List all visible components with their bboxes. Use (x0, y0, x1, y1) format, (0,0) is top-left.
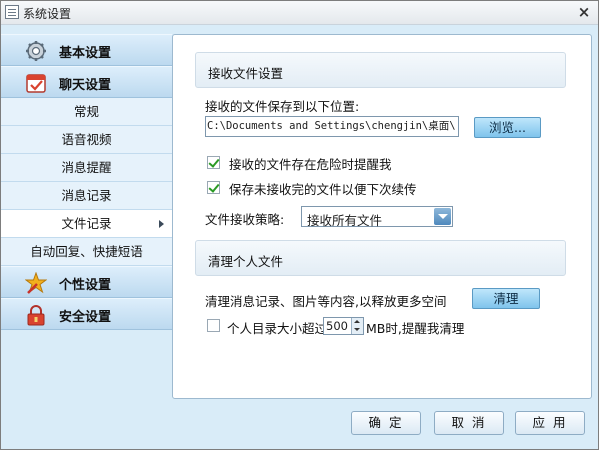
danger-alert-checkbox[interactable] (207, 156, 220, 169)
sidebar-subitem-message-alerts[interactable]: 消息提醒 (1, 154, 172, 182)
close-icon[interactable]: × (576, 3, 592, 21)
cleanup-description: 清理消息记录、图片等内容,以释放更多空间 (205, 294, 447, 309)
resume-transfer-checkbox[interactable] (207, 181, 220, 194)
size-limit-suffix: MB时,提醒我清理 (366, 321, 465, 336)
size-limit-stepper[interactable]: 500 (323, 317, 364, 335)
lock-icon (27, 305, 45, 326)
selected-arrow-icon (159, 220, 164, 228)
sidebar-item-basic-settings[interactable]: 基本设置 (1, 34, 172, 66)
settings-content-panel: 接收文件设置 接收的文件保存到以下位置: C:\Documents and Se… (172, 34, 592, 399)
calendar-check-icon (26, 74, 46, 93)
window-title: 系统设置 (23, 7, 72, 21)
sidebar-subitem-file-history[interactable]: 文件记录 (1, 210, 172, 238)
receive-strategy-label: 文件接收策略: (205, 212, 285, 227)
sidebar-subitem-auto-reply[interactable]: 自动回复、快捷短语 (1, 238, 172, 266)
sidebar-item-label: 个性设置 (59, 278, 112, 293)
gear-icon (26, 41, 46, 61)
sidebar-item-label: 聊天设置 (59, 78, 112, 93)
sidebar-subitem-general[interactable]: 常规 (1, 98, 172, 126)
sidebar-subitem-message-history[interactable]: 消息记录 (1, 182, 172, 210)
resume-transfer-label: 保存未接收完的文件以便下次续传 (229, 182, 417, 197)
ok-button[interactable]: 确 定 (351, 411, 421, 435)
receive-strategy-value: 接收所有文件 (307, 213, 383, 228)
title-bar: 系统设置 × (1, 1, 598, 25)
sidebar-item-personalize[interactable]: 个性设置 (1, 266, 172, 298)
sidebar-item-label: 安全设置 (59, 310, 112, 325)
receive-strategy-select[interactable]: 接收所有文件 (301, 206, 453, 228)
sidebar-subitem-label: 文件记录 (61, 216, 112, 231)
size-limit-value: 500 (326, 319, 348, 333)
cleanup-section-header: 清理个人文件 (195, 240, 566, 276)
clean-button[interactable]: 清理 (472, 288, 540, 309)
star-brush-icon (25, 272, 47, 294)
window-app-icon (5, 5, 19, 19)
browse-button[interactable]: 浏览... (474, 117, 541, 138)
section-title: 接收文件设置 (208, 66, 284, 81)
stepper-down-icon[interactable] (351, 326, 363, 334)
section-title: 清理个人文件 (208, 254, 284, 269)
apply-button[interactable]: 应 用 (515, 411, 585, 435)
sidebar-item-security[interactable]: 安全设置 (1, 298, 172, 330)
save-path-field[interactable]: C:\Documents and Settings\chengjin\桌面\ (205, 116, 459, 137)
cancel-button[interactable]: 取 消 (434, 411, 504, 435)
size-limit-prefix: 个人目录大小超过 (227, 321, 328, 336)
sidebar-item-label: 基本设置 (59, 46, 112, 61)
size-limit-checkbox[interactable] (207, 319, 220, 332)
settings-window: 系统设置 × 基本设置 聊天设置 常规 语音视频 消息提醒 消息记录 文件记录 … (0, 0, 599, 450)
sidebar-subitem-voice-video[interactable]: 语音视频 (1, 126, 172, 154)
chevron-down-icon[interactable] (434, 208, 451, 225)
settings-sidebar: 基本设置 聊天设置 常规 语音视频 消息提醒 消息记录 文件记录 自动回复、快捷… (1, 34, 172, 334)
save-location-label: 接收的文件保存到以下位置: (205, 99, 360, 114)
sidebar-item-chat-settings[interactable]: 聊天设置 (1, 66, 172, 98)
danger-alert-label: 接收的文件存在危险时提醒我 (229, 157, 392, 172)
receive-files-section-header: 接收文件设置 (195, 52, 566, 88)
